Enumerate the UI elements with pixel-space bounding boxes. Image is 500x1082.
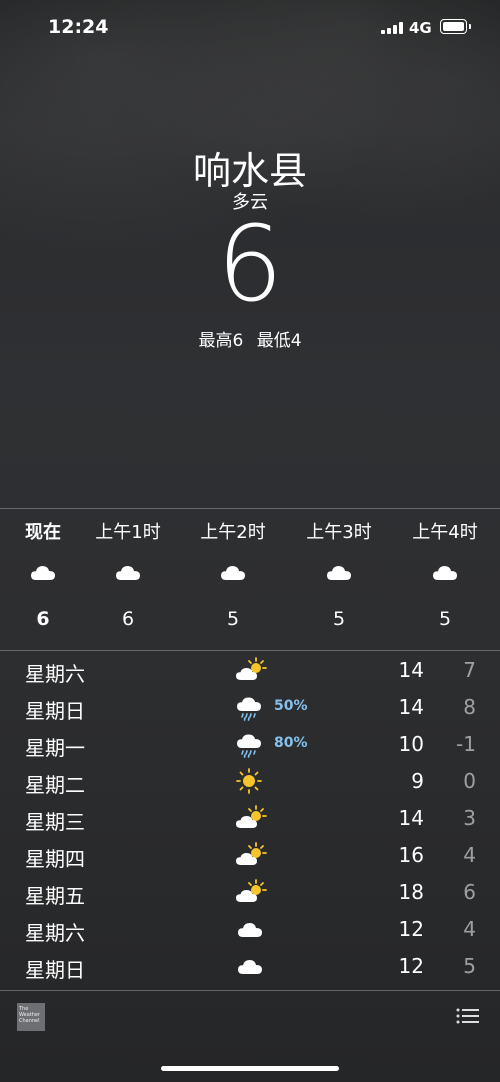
day-name: 星期六 xyxy=(25,662,85,686)
hourly-forecast[interactable]: 现在 6 上午1时 6 上午2时 5 上午3时 5 上午4时 5 xyxy=(0,510,500,650)
day-name: 星期日 xyxy=(25,958,85,982)
low-temp: 最低4 xyxy=(256,331,302,351)
logo-text: The Weather Channel xyxy=(19,1006,41,1024)
day-low: 6 xyxy=(463,880,476,904)
daily-row: 星期六 12 4 xyxy=(0,911,500,948)
divider xyxy=(0,508,500,509)
day-name: 星期三 xyxy=(25,810,85,834)
cloud-icon xyxy=(31,566,55,580)
day-low: 0 xyxy=(463,769,476,793)
partly-sunny-icon xyxy=(236,842,267,865)
day-low: 4 xyxy=(463,917,476,941)
cloud-icon xyxy=(116,566,140,580)
hour-temp: 5 xyxy=(438,608,452,630)
rain-icon xyxy=(237,734,261,758)
hour-label: 上午1时 xyxy=(95,522,161,543)
day-low: 7 xyxy=(463,658,476,682)
daily-row: 星期五 18 6 xyxy=(0,874,500,911)
partly-sunny-icon xyxy=(236,657,267,680)
hour-temp: 6 xyxy=(121,608,135,630)
hour-label: 上午3时 xyxy=(306,522,372,543)
partly-sunny-icon xyxy=(236,805,267,828)
day-name: 星期一 xyxy=(25,736,85,760)
day-high: 18 xyxy=(398,880,424,904)
day-low: 8 xyxy=(463,695,476,719)
hour-temp: 5 xyxy=(226,608,240,630)
day-high: 9 xyxy=(411,769,424,793)
precip-chance: 80% xyxy=(274,735,308,751)
day-high: 14 xyxy=(398,806,424,830)
day-name: 星期四 xyxy=(25,847,85,871)
high-low: 最高6 最低4 xyxy=(0,326,500,351)
precip-chance: 50% xyxy=(274,698,308,714)
day-high: 14 xyxy=(398,695,424,719)
divider xyxy=(0,990,500,991)
day-low: -1 xyxy=(456,732,476,756)
cloud-icon xyxy=(327,566,351,580)
hour-temp: 5 xyxy=(332,608,346,630)
daily-row: 星期二 9 0 xyxy=(0,763,500,800)
day-high: 16 xyxy=(398,843,424,867)
network-type: 4G xyxy=(409,19,432,37)
cloud-icon xyxy=(238,923,262,937)
weather-channel-logo[interactable]: The Weather Channel xyxy=(17,1003,45,1031)
divider xyxy=(0,650,500,651)
day-name: 星期六 xyxy=(25,921,85,945)
day-high: 12 xyxy=(398,917,424,941)
day-low: 5 xyxy=(463,954,476,978)
daily-row: 星期三 14 3 xyxy=(0,800,500,837)
hour-label: 上午2时 xyxy=(200,522,266,543)
home-indicator[interactable] xyxy=(161,1066,339,1071)
day-high: 12 xyxy=(398,954,424,978)
hour-label: 上午4时 xyxy=(412,522,478,543)
city-name: 响水县 xyxy=(192,149,307,193)
sun-icon xyxy=(236,768,262,794)
day-low: 4 xyxy=(463,843,476,867)
current-temperature: 6 xyxy=(216,203,284,325)
day-name: 星期日 xyxy=(25,699,85,723)
daily-row: 星期四 16 4 xyxy=(0,837,500,874)
day-high: 14 xyxy=(398,658,424,682)
day-name: 星期二 xyxy=(25,773,85,797)
day-low: 3 xyxy=(463,806,476,830)
day-name: 星期五 xyxy=(25,884,85,908)
status-time: 12:24 xyxy=(48,16,109,38)
list-icon[interactable] xyxy=(456,1007,480,1025)
high-temp: 最高6 xyxy=(198,331,244,351)
daily-row: 星期日 50% 14 8 xyxy=(0,689,500,726)
cloud-icon xyxy=(221,566,245,580)
cellular-signal-icon xyxy=(381,22,403,34)
day-high: 10 xyxy=(398,732,424,756)
rain-icon xyxy=(237,697,261,721)
status-bar: 12:24 4G xyxy=(0,0,500,56)
daily-row: 星期日 12 5 xyxy=(0,948,500,985)
cloud-icon xyxy=(433,566,457,580)
daily-row: 星期六 14 7 xyxy=(0,652,500,689)
daily-row: 星期一 80% 10 -1 xyxy=(0,726,500,763)
partly-sunny-icon xyxy=(236,879,267,902)
battery-icon xyxy=(440,19,471,34)
cloud-icon xyxy=(238,960,262,974)
